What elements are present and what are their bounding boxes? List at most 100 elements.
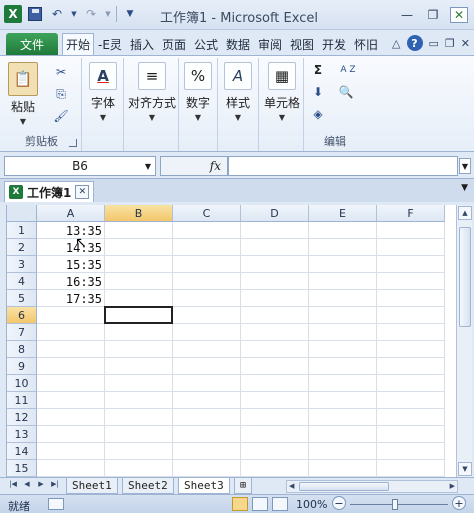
row-header-8[interactable]: 8 [7,341,37,358]
tab-file[interactable]: 文件 [6,33,58,55]
select-all-corner[interactable] [7,205,37,222]
cut-icon[interactable]: ✂ [52,64,70,80]
row-header-7[interactable]: 7 [7,324,37,341]
tab-home[interactable]: 开始 [62,33,95,55]
number-button[interactable]: % 数字 ▼ [184,62,212,122]
insert-function-button[interactable]: fx [160,156,228,176]
workbook-close-icon[interactable]: ✕ [75,185,90,199]
next-sheet-icon[interactable]: ▶ [36,480,46,488]
scroll-left-icon[interactable]: ◀ [289,482,294,490]
zoom-slider-thumb[interactable] [392,499,398,510]
redo-dropdown-icon[interactable]: ▼ [104,5,112,23]
fill-icon[interactable]: ⬇ [309,84,327,100]
sheet-tab-sheet2[interactable]: Sheet2 [122,478,174,494]
styles-button[interactable]: A 样式 ▼ [224,62,252,122]
undo-dropdown-icon[interactable]: ▼ [70,5,78,23]
column-header-b[interactable]: B [105,205,173,222]
tab-classic[interactable]: 怀旧 [350,33,382,55]
font-button[interactable]: A 字体 ▼ [89,62,117,122]
column-header-e[interactable]: E [309,205,377,222]
insert-sheet-icon[interactable]: ⊞ [234,478,253,494]
row-header-5[interactable]: 5 [7,290,37,307]
format-painter-icon[interactable]: 🖌 [52,108,70,124]
row-header-10[interactable]: 10 [7,375,37,392]
sheet-tab-sheet3[interactable]: Sheet3 [178,478,230,494]
cell-a4[interactable]: 16:35 [37,273,105,290]
row-header-12[interactable]: 12 [7,409,37,426]
tab-developer[interactable]: 开发 [318,33,350,55]
find-select-icon[interactable]: 🔍 [337,84,355,100]
row-header-2[interactable]: 2 [7,239,37,256]
cells-button[interactable]: ▦ 单元格 ▼ [262,62,302,122]
row-header-6[interactable]: 6 [7,307,37,324]
autosum-icon[interactable]: Σ [309,62,327,78]
cell-a3[interactable]: 15:35 [37,256,105,273]
redo-icon[interactable]: ↷ [82,5,100,23]
active-cell-b6[interactable] [104,306,173,324]
tab-e-ling[interactable]: -E灵 [94,33,126,55]
horizontal-scroll-thumb[interactable] [299,482,389,491]
scroll-down-icon[interactable]: ▼ [458,462,472,476]
undo-icon[interactable]: ↶ [48,5,66,23]
row-header-4[interactable]: 4 [7,273,37,290]
alignment-button[interactable]: ≡ 对齐方式 ▼ [125,62,179,122]
last-sheet-icon[interactable]: ▶| [50,480,60,488]
restore-icon[interactable]: ❐ [424,7,442,23]
workbook-tab[interactable]: X 工作簿1 ✕ [4,181,95,202]
help-icon[interactable]: ? [406,35,423,51]
excel-logo-icon[interactable]: X [4,5,22,23]
save-icon[interactable] [26,5,44,23]
row-header-15[interactable]: 15 [7,460,37,477]
doc-restore-icon[interactable]: ❐ [445,37,455,50]
doc-close-icon[interactable]: ✕ [461,37,470,50]
name-box-dropdown-icon[interactable]: ▼ [145,162,151,171]
paste-button[interactable]: 📋 粘贴 ▼ [8,62,38,126]
macro-record-icon[interactable] [48,498,64,510]
vertical-scroll-thumb[interactable] [459,227,471,327]
close-icon[interactable]: ✕ [450,7,468,23]
doc-minimize-icon[interactable]: ▭ [429,37,439,50]
sort-filter-icon[interactable]: A Z [335,62,361,78]
page-layout-view-icon[interactable] [252,497,268,511]
cell-a2[interactable]: 14:35 [37,239,105,256]
row-header-3[interactable]: 3 [7,256,37,273]
tab-view[interactable]: 视图 [286,33,318,55]
column-header-d[interactable]: D [241,205,309,222]
vertical-scrollbar[interactable]: ▲ ▼ [456,205,472,477]
sheet-tab-sheet1[interactable]: Sheet1 [66,478,118,494]
tab-insert[interactable]: 插入 [126,33,158,55]
column-header-f[interactable]: F [377,205,445,222]
normal-view-icon[interactable] [232,497,248,511]
customize-qat-icon[interactable]: ▼ [121,5,139,23]
horizontal-scrollbar[interactable]: ◀ ▶ [286,480,458,493]
tab-page-layout[interactable]: 页面 [158,33,190,55]
column-header-c[interactable]: C [173,205,241,222]
clipboard-launcher-icon[interactable] [69,139,77,147]
scroll-right-icon[interactable]: ▶ [450,482,455,490]
cell-a1[interactable]: 13:35 [37,222,105,239]
tab-review[interactable]: 审阅 [254,33,286,55]
row-header-9[interactable]: 9 [7,358,37,375]
zoom-level[interactable]: 100% [296,498,327,511]
zoom-in-icon[interactable]: + [452,496,466,510]
zoom-slider[interactable] [350,504,448,505]
minimize-icon[interactable]: — [398,7,416,23]
row-header-11[interactable]: 11 [7,392,37,409]
tab-data[interactable]: 数据 [222,33,254,55]
row-header-13[interactable]: 13 [7,426,37,443]
formula-expand-icon[interactable]: ▼ [459,158,471,174]
clear-icon[interactable]: ◈ [309,106,327,122]
row-header-14[interactable]: 14 [7,443,37,460]
prev-sheet-icon[interactable]: ◀ [22,480,32,488]
workbook-list-dropdown-icon[interactable]: ▼ [461,183,468,193]
row-header-1[interactable]: 1 [7,222,37,239]
tab-formulas[interactable]: 公式 [190,33,222,55]
page-break-view-icon[interactable] [272,497,288,511]
ribbon-collapse-icon[interactable]: △ [392,37,400,50]
copy-icon[interactable]: ⎘ [52,86,70,102]
cell-a5[interactable]: 17:35 [37,290,105,307]
scroll-up-icon[interactable]: ▲ [458,206,472,220]
worksheet-grid[interactable]: A B C D E F 1 2 3 4 5 6 7 8 9 10 11 12 13 14 15 13:35 14:35 15:… [6,205,456,477]
name-box[interactable]: B6 ▼ [4,156,156,176]
column-header-a[interactable]: A [37,205,105,222]
